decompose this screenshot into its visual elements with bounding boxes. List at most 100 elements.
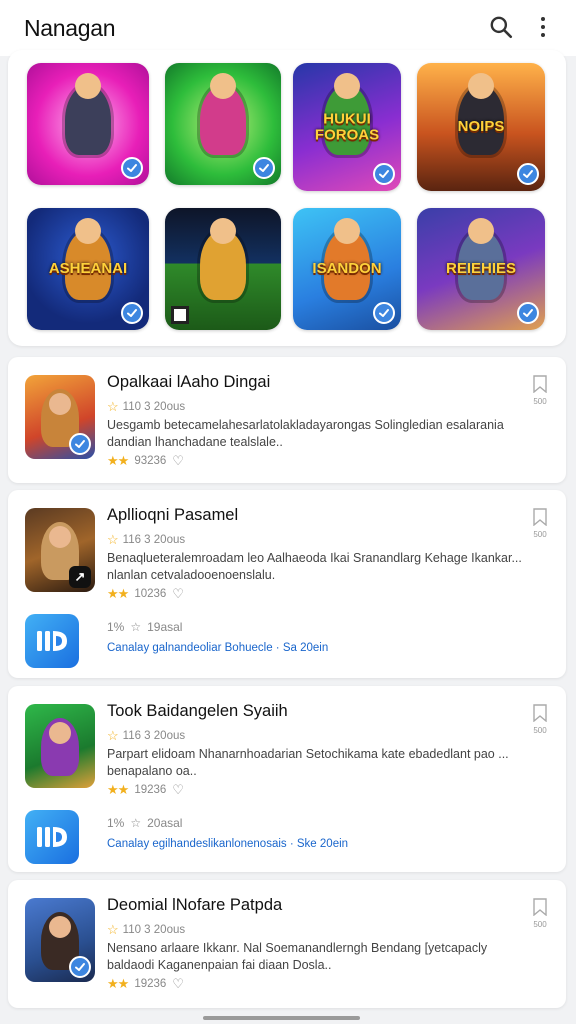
game-character-head [468,218,494,244]
game-character-head [75,73,101,99]
game-character-head [468,73,494,99]
promo-app-icon[interactable] [25,614,79,668]
app-icon[interactable] [25,704,95,788]
featured-game-tile[interactable]: NOIPS [417,63,545,191]
gesture-navigation-bar[interactable] [203,1016,360,1020]
featured-game-tile[interactable] [165,208,281,330]
promo-meta-b: 19asal [147,620,183,634]
bookmark-icon[interactable]: 500 [532,704,548,735]
app-meta-text: 110 3 20ous [122,401,186,413]
verified-check-icon [121,302,143,324]
app-meta: ☆ 110 3 20ous [107,922,185,938]
app-list-card[interactable]: Took Baidangelen Syaiih ☆ 116 3 20ous Parpa… [8,686,566,872]
bookmark-count: 500 [533,530,547,539]
game-character-head [75,218,101,244]
more-vert-icon[interactable] [530,14,556,40]
promo-meta-b: 20asal [147,816,183,830]
rating-stars-icon: ★★ [107,976,129,991]
app-rating: ★★ 19236 ♡ [107,782,184,798]
promo-link-separator: · [286,838,297,850]
app-description: Nensano arlaare Ikkanr. Nal Soemanandler… [107,941,488,972]
app-rating: ★★ 19236 ♡ [107,976,184,992]
star-icon: ☆ [107,922,119,937]
rating-count: 19236 [134,784,167,796]
bookmark-count: 500 [533,920,547,929]
square-badge-icon [171,306,189,324]
promo-meta-a: 1% [107,620,125,634]
featured-game-tile[interactable]: ISANDON [293,208,401,330]
rating-count: 93236 [134,455,167,467]
rating-count: 19236 [134,978,167,990]
app-list-card[interactable]: Deomial lNofare Patpda ☆ 110 3 20ous Nensan… [8,880,566,1008]
promo-app-icon[interactable] [25,810,79,864]
search-icon[interactable] [488,14,514,40]
star-outline-icon: ☆ [130,816,142,830]
app-meta-text: 116 3 20ous [122,534,186,546]
bookmark-count: 500 [533,726,547,735]
app-meta-text: 110 3 20ous [122,924,186,936]
rating-stars-icon: ★★ [107,453,129,468]
app-rating: ★★ 93236 ♡ [107,453,184,469]
promo-link[interactable]: Canalay galnandeoliar Bohuecle · Sa 20ei… [107,642,328,654]
promo-link-extra[interactable]: Ske 20ein [297,838,348,850]
rating-stars-icon: ★★ [107,782,129,797]
promo-link-text[interactable]: Canalay galnandeoliar Bohuecle [107,642,273,654]
app-badge-icon [69,956,91,978]
game-title-logo: HUKUI FOROAS [314,110,380,143]
app-icon-face [49,916,71,938]
featured-game-tile[interactable]: HUKUI FOROAS [293,63,401,191]
featured-game-tile[interactable] [165,63,281,185]
verified-check-icon [253,157,275,179]
game-character-head [334,218,360,244]
app-title: Deomial lNofare Patpda [107,896,283,914]
app-title: Apllioqni Pasamel [107,506,239,524]
game-character-head [210,218,236,244]
star-icon: ☆ [107,728,119,743]
verified-check-icon [517,302,539,324]
bookmark-icon[interactable]: 500 [532,898,548,929]
promo-meta: 1% ☆ 20asal [107,816,182,830]
app-title: Opalkaai lAaho Dingai [107,373,271,391]
app-list-card[interactable]: ↗ Apllioqni Pasamel ☆ 116 3 20ous Benaqluete… [8,490,566,678]
app-icon-face [49,393,71,415]
app-icon-face [49,722,71,744]
heart-icon[interactable]: ♡ [172,782,184,798]
promo-meta-a: 1% [107,816,125,830]
promo-link[interactable]: Canalay egilhandeslikanlonenosais · Ske … [107,838,348,850]
app-meta-text: 116 3 20ous [122,730,186,742]
app-description: Benaqlueteralemroadam leo Aalhaeoda Ikai… [107,551,522,582]
app-badge-icon [69,433,91,455]
app-title: Took Baidangelen Syaiih [107,702,288,720]
heart-icon[interactable]: ♡ [172,586,184,602]
promo-link-text[interactable]: Canalay egilhandeslikanlonenosais [107,838,287,850]
featured-game-tile[interactable]: ASHEANAI [27,208,149,330]
app-icon[interactable]: ↗ [25,508,95,592]
bookmark-icon[interactable]: 500 [532,508,548,539]
verified-check-icon [373,302,395,324]
game-character-head [210,73,236,99]
app-header: Nanagan [0,0,576,56]
game-title-logo: NOIPS [457,118,505,136]
star-icon: ☆ [107,399,119,414]
verified-check-icon [121,157,143,179]
game-title-logo: ASHEANAI [48,260,128,278]
verified-check-icon [517,163,539,185]
bookmark-count: 500 [533,397,547,406]
star-icon: ☆ [107,532,119,547]
promo-link-extra[interactable]: Sa 20ein [283,642,328,654]
featured-game-tile[interactable] [27,63,149,185]
rating-stars-icon: ★★ [107,586,129,601]
featured-game-tile[interactable]: REIEHIES [417,208,545,330]
app-description: Parpart elidoam Nhanarnhoadarian Setochi… [107,747,509,778]
app-list-card[interactable]: Opalkaai lAaho Dingai ☆ 110 3 20ous Uesgamb… [8,357,566,483]
app-rating: ★★ 10236 ♡ [107,586,184,602]
verified-check-icon [373,163,395,185]
heart-icon[interactable]: ♡ [172,976,184,992]
app-icon[interactable] [25,898,95,982]
app-icon[interactable] [25,375,95,459]
app-meta: ☆ 110 3 20ous [107,399,185,415]
star-outline-icon: ☆ [130,620,142,634]
heart-icon[interactable]: ♡ [172,453,184,469]
bookmark-icon[interactable]: 500 [532,375,548,406]
app-icon-face [49,526,71,548]
